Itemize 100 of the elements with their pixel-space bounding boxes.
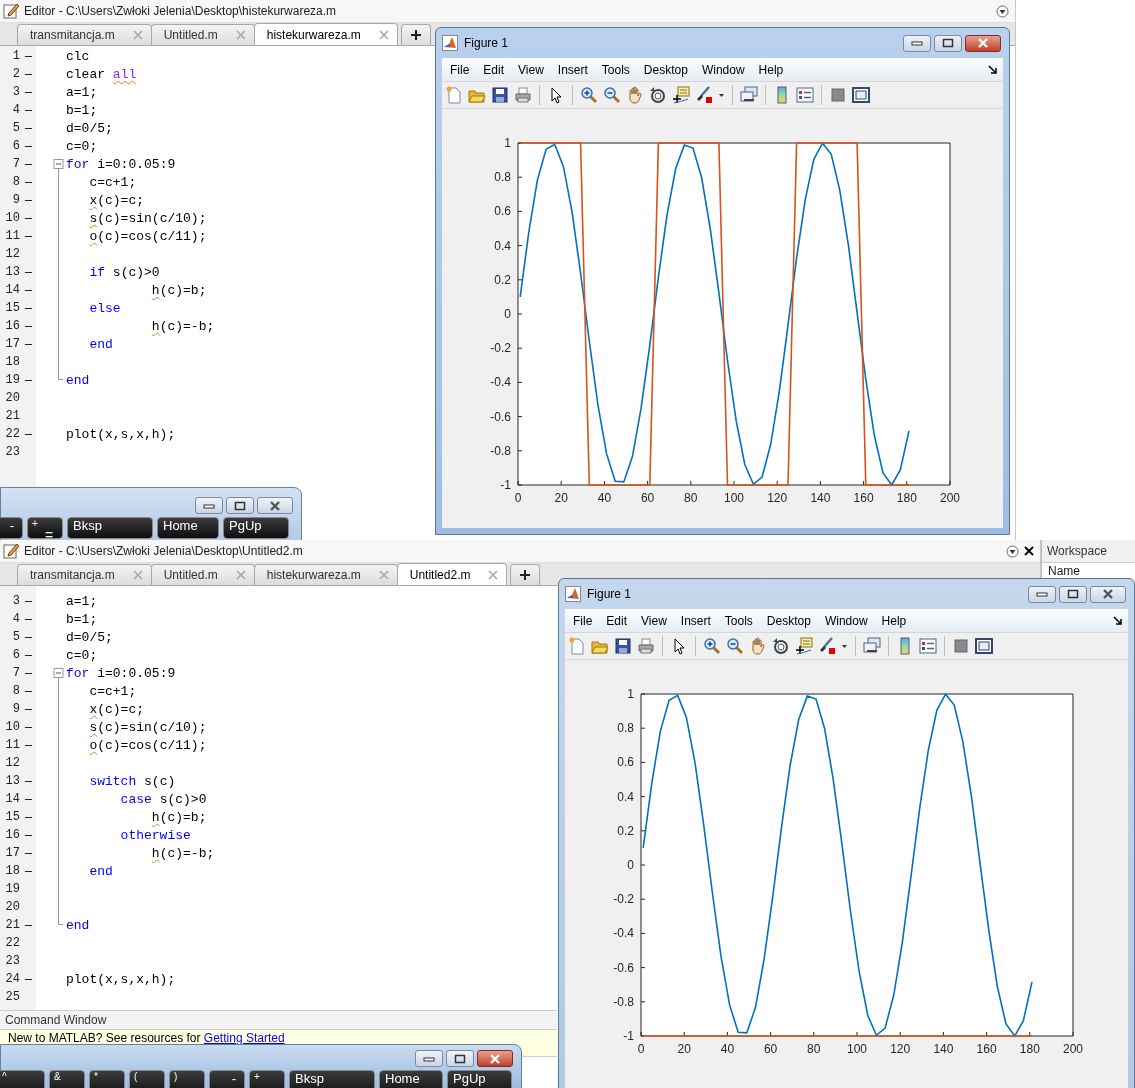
keyboard-key[interactable]: Home — [379, 1070, 443, 1088]
minimize-icon[interactable] — [423, 1055, 435, 1062]
close-button[interactable] — [477, 1050, 513, 1067]
keyboard-key[interactable]: PgUp — [447, 1070, 512, 1088]
keyboard-key[interactable]: + — [249, 1070, 285, 1088]
executable-line-marker[interactable] — [24, 780, 32, 782]
zoom-in-icon[interactable] — [580, 86, 598, 104]
file-tab[interactable]: Untitled.m — [150, 24, 255, 45]
menu-item[interactable]: Desktop — [759, 613, 818, 628]
maximize-button[interactable] — [446, 1050, 474, 1067]
executable-line-marker[interactable] — [24, 852, 32, 854]
menu-item[interactable]: Edit — [476, 62, 512, 77]
executable-line-marker[interactable] — [24, 672, 32, 674]
close-button[interactable] — [257, 497, 293, 514]
hand-icon[interactable] — [626, 86, 644, 104]
executable-line-marker[interactable] — [24, 654, 32, 656]
new-tab-button[interactable] — [400, 24, 431, 45]
executable-line-marker[interactable] — [24, 690, 32, 692]
keyboard-key[interactable]: Bksp — [289, 1070, 375, 1088]
plus-icon[interactable] — [519, 569, 532, 581]
close-button[interactable] — [1090, 585, 1126, 603]
file-tab[interactable]: histekurwareza.m — [253, 23, 398, 45]
maximize-button[interactable] — [1059, 585, 1087, 603]
executable-line-marker[interactable] — [24, 379, 32, 381]
linked-windows-icon[interactable] — [740, 86, 758, 104]
brush-icon[interactable] — [695, 86, 713, 104]
executable-line-marker[interactable] — [24, 127, 32, 129]
rotate-icon[interactable] — [649, 86, 667, 104]
file-tab[interactable]: histekurwareza.m — [253, 564, 398, 585]
executable-line-marker[interactable] — [24, 217, 32, 219]
keyboard-key[interactable]: ( — [129, 1070, 165, 1088]
zoom-out-icon[interactable] — [726, 637, 744, 655]
menu-item[interactable]: Desktop — [636, 62, 695, 77]
new-tab-button[interactable] — [510, 564, 541, 585]
executable-line-marker[interactable] — [24, 834, 32, 836]
dock-arrow-icon[interactable] — [988, 65, 997, 74]
executable-line-marker[interactable] — [24, 726, 32, 728]
menu-item[interactable]: File — [450, 62, 477, 77]
executable-line-marker[interactable] — [24, 600, 32, 602]
menu-item[interactable]: View — [634, 613, 674, 628]
executable-line-marker[interactable] — [24, 271, 32, 273]
maximize-icon[interactable] — [1067, 589, 1079, 599]
print-icon[interactable] — [514, 86, 532, 104]
keyboard-key[interactable]: PgUp — [223, 517, 289, 539]
menu-item[interactable]: View — [511, 62, 551, 77]
file-tab[interactable]: Untitled.m — [150, 564, 255, 585]
executable-line-marker[interactable] — [24, 235, 32, 237]
maximize-icon[interactable] — [234, 500, 246, 511]
legend-icon[interactable] — [919, 637, 937, 655]
keyboard-key[interactable]: - — [209, 1070, 245, 1088]
executable-line-marker[interactable] — [24, 636, 32, 638]
dropdown-icon[interactable] — [1006, 544, 1019, 558]
menu-item[interactable]: Insert — [673, 613, 718, 628]
zoom-out-icon[interactable] — [603, 86, 621, 104]
executable-line-marker[interactable] — [24, 163, 32, 165]
maximize-icon[interactable] — [454, 1053, 466, 1064]
square-icon[interactable] — [952, 637, 970, 655]
menu-item[interactable]: Edit — [599, 613, 635, 628]
executable-line-marker[interactable] — [24, 91, 32, 93]
executable-line-marker[interactable] — [24, 618, 32, 620]
executable-line-marker[interactable] — [24, 307, 32, 309]
close-icon[interactable] — [268, 500, 282, 511]
legend-icon[interactable] — [796, 86, 814, 104]
file-tab[interactable]: transmitancja.m — [17, 564, 152, 585]
maximize-button[interactable] — [934, 34, 962, 52]
executable-line-marker[interactable] — [24, 708, 32, 710]
maximize-button[interactable] — [226, 497, 254, 514]
executable-line-marker[interactable] — [24, 798, 32, 800]
keyboard-key[interactable]: ) — [169, 1070, 205, 1088]
executable-line-marker[interactable] — [24, 109, 32, 111]
save-icon[interactable] — [614, 637, 632, 655]
keyboard-key[interactable]: * — [89, 1070, 125, 1088]
zoom-in-icon[interactable] — [703, 637, 721, 655]
getting-started-link[interactable]: Getting Started — [203, 1031, 285, 1045]
executable-line-marker[interactable] — [24, 289, 32, 291]
rotate-icon[interactable] — [772, 637, 790, 655]
menu-item[interactable]: Tools — [717, 613, 760, 628]
executable-line-marker[interactable] — [24, 325, 32, 327]
executable-line-marker[interactable] — [24, 870, 32, 872]
file-tab[interactable]: Untitled2.m — [396, 563, 508, 585]
minimize-icon[interactable] — [1036, 591, 1048, 597]
dropdown-icon[interactable] — [996, 4, 1009, 18]
menu-item[interactable]: File — [573, 613, 600, 628]
keyboard-key[interactable]: + = — [27, 517, 63, 539]
menu-item[interactable]: Insert — [550, 62, 595, 77]
keyboard-key[interactable]: ^ — [0, 1070, 45, 1088]
close-button[interactable] — [965, 34, 1001, 52]
panel-icon[interactable] — [975, 637, 993, 655]
data-cursor-icon[interactable] — [672, 86, 690, 104]
file-tab[interactable]: transmitancja.m — [17, 24, 152, 45]
executable-line-marker[interactable] — [24, 199, 32, 201]
executable-line-marker[interactable] — [24, 433, 32, 435]
keyboard-key[interactable]: & — [49, 1070, 85, 1088]
keyboard-key[interactable]: - — [0, 517, 23, 539]
menu-item[interactable]: Window — [694, 62, 752, 77]
plus-icon[interactable] — [409, 29, 422, 41]
keyboard-key[interactable]: Home — [157, 517, 219, 539]
menu-item[interactable]: Tools — [594, 62, 637, 77]
executable-line-marker[interactable] — [24, 73, 32, 75]
keyboard-key[interactable]: Bksp — [67, 517, 153, 539]
